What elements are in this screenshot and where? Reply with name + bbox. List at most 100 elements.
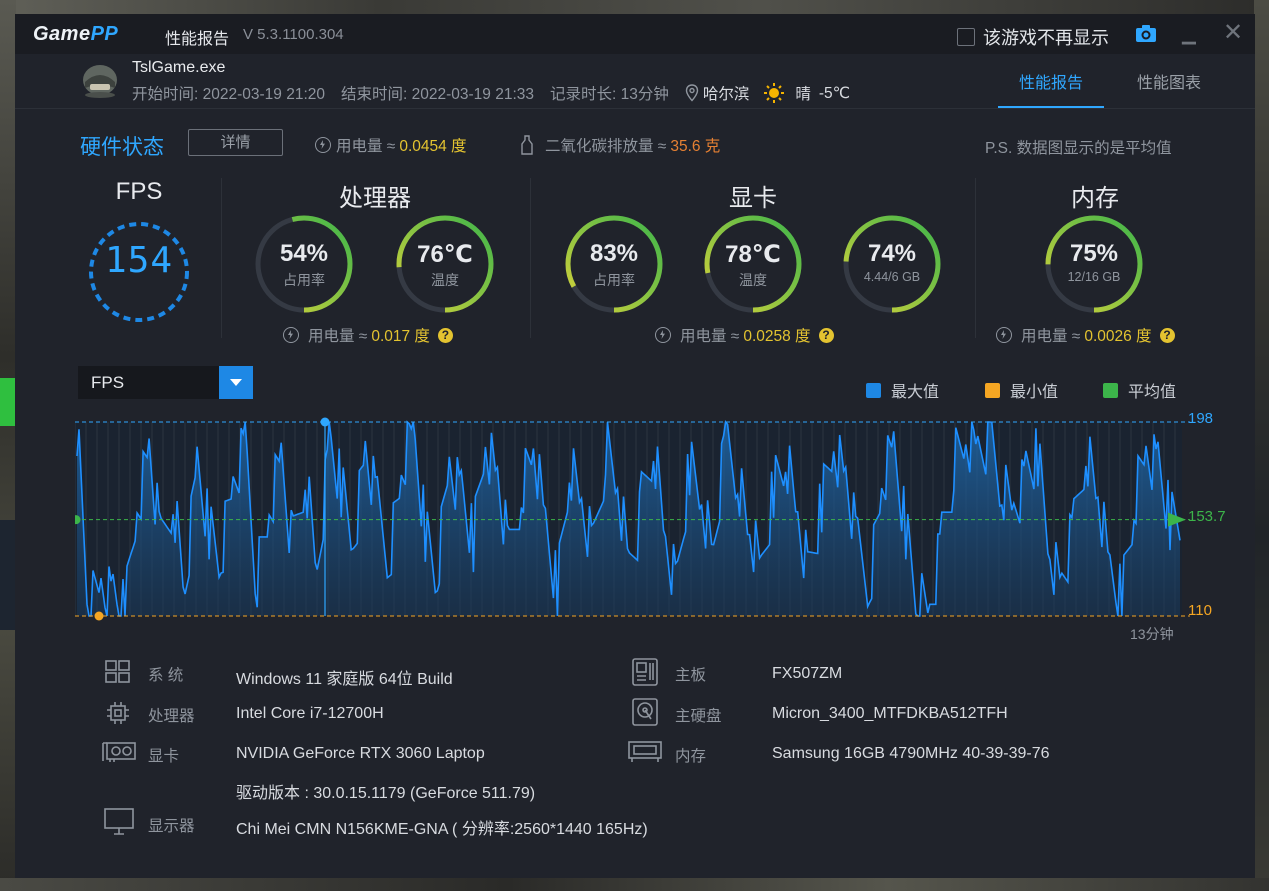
game-helmet-icon (80, 62, 120, 105)
board-label: 主板 (675, 667, 707, 684)
memory-usage-value: 75% (1069, 240, 1119, 267)
chevron-down-icon[interactable] (219, 366, 253, 399)
gpu-power-value: 0.0258 度 (743, 328, 811, 345)
dont-show-again-option[interactable]: 该游戏不再显示 (957, 24, 1109, 50)
cpu-usage-value: 54% (279, 240, 329, 267)
cpu-label: 处理器 (148, 708, 195, 725)
monitor-value: Chi Mei CMN N156KME-GNA ( 分辨率:2560*1440 … (236, 821, 648, 838)
memory-title: 内存 (1071, 185, 1119, 212)
memory-usage-label: 12/16 GB (1067, 270, 1121, 284)
power-bolt-icon (655, 327, 671, 343)
legend-max-swatch (866, 382, 881, 398)
ram-label: 内存 (675, 748, 707, 765)
record-duration: 记录时长: 13分钟 (550, 86, 669, 103)
session-meta: 开始时间: 2022-03-19 21:20 结束时间: 2022-03-19 … (132, 82, 866, 104)
cpu-power-value: 0.017 度 (371, 328, 430, 345)
gpu-usage-label: 占用率 (593, 272, 635, 288)
gamepp-logo: GamePP (33, 23, 119, 45)
divider (530, 178, 531, 338)
help-icon[interactable]: ? (818, 327, 834, 343)
cpu-power-usage: 用电量 ≈0.017 度 ? (283, 324, 453, 346)
cpu-temp-gauge: 76℃ 温度 (393, 212, 497, 316)
power-bolt-icon (315, 137, 331, 153)
motherboard-icon (632, 658, 658, 686)
board-value: FX507ZM (772, 665, 843, 682)
help-icon[interactable]: ? (437, 327, 453, 343)
minimize-button[interactable]: ▁ (1182, 24, 1196, 45)
memory-module-icon (628, 741, 662, 762)
gpu-power-usage: 用电量 ≈0.0258 度 ? (655, 324, 834, 346)
monitor-icon (104, 808, 134, 835)
screenshot-camera-icon[interactable] (1135, 24, 1157, 49)
performance-report-window: GamePP 性能报告 V 5.3.1100.304 该游戏不再显示 ▁ ✕ T… (15, 14, 1255, 878)
gpu-usage-value: 83% (589, 240, 639, 267)
help-icon[interactable]: ? (1159, 327, 1175, 343)
fps-title: FPS (115, 178, 163, 205)
dont-show-again-checkbox[interactable] (957, 28, 975, 46)
cpu-temp-value: 76℃ (417, 241, 473, 268)
co2-emission: 二氧化碳排放量 ≈35.6 克 (521, 134, 720, 156)
os-label: 系 统 (148, 667, 184, 684)
os-value: Windows 11 家庭版 64位 Build (236, 671, 453, 688)
weather-text: 晴 (795, 86, 811, 103)
legend-avg-swatch (1103, 382, 1118, 398)
cpu-title: 处理器 (339, 185, 411, 212)
legend-min-swatch (985, 382, 1000, 398)
gpu-label: 显卡 (148, 748, 180, 765)
cpu-temp-label: 温度 (431, 272, 459, 288)
chart-max-label: 198 (1188, 410, 1214, 427)
gpu-temp-value: 78℃ (725, 241, 781, 268)
ram-value: Samsung 16GB 4790MHz 40-39-39-76 (772, 745, 1050, 762)
power-bolt-icon (996, 327, 1012, 343)
legend-min: 最小值 (985, 378, 1058, 402)
gpu-value: NVIDIA GeForce RTX 3060 Laptop (236, 745, 485, 762)
session-header: TslGame.exe 开始时间: 2022-03-19 21:20 结束时间:… (15, 54, 1255, 109)
co2-bottle-icon (521, 135, 533, 155)
chart-min-label: 110 (1188, 602, 1212, 619)
divider (975, 178, 976, 338)
gpu-temp-gauge: 78℃ 温度 (701, 212, 805, 316)
close-button[interactable]: ✕ (1223, 18, 1243, 47)
cpu-value: Intel Core i7-12700H (236, 705, 384, 722)
desktop-background-top (0, 0, 1269, 14)
monitor-label: 显示器 (148, 818, 195, 835)
cpu-usage-gauge: 54% 占用率 (252, 212, 356, 316)
detail-button[interactable]: 详情 (188, 129, 283, 156)
start-time: 开始时间: 2022-03-19 21:20 (132, 86, 325, 103)
city-name: 哈尔滨 (702, 86, 750, 103)
gpu-driver-value: 驱动版本 : 30.0.15.1179 (GeForce 511.79) (236, 785, 536, 802)
metric-dropdown-value: FPS (91, 373, 125, 392)
memory-power-usage: 用电量 ≈0.0026 度 ? (996, 324, 1175, 346)
gpu-vram-gauge: 74% 4.44/6 GB (840, 212, 944, 316)
game-exe-name: TslGame.exe (132, 59, 226, 76)
gpu-usage-gauge: 83% 占用率 (562, 212, 666, 316)
cpu-usage-label: 占用率 (283, 272, 325, 288)
metric-dropdown[interactable]: FPS (78, 366, 253, 399)
disk-label: 主硬盘 (675, 708, 722, 725)
tab-performance-report[interactable]: 性能报告 (1019, 69, 1083, 93)
dont-show-again-label: 该游戏不再显示 (983, 28, 1109, 48)
gpu-vram-label: 4.44/6 GB (863, 270, 921, 284)
tab-performance-chart[interactable]: 性能图表 (1137, 69, 1201, 93)
min-point-marker (94, 611, 104, 621)
location-pin-icon (685, 84, 699, 102)
total-power-value: 0.0454 度 (399, 138, 467, 155)
hardware-status-title: 硬件状态 (80, 136, 164, 159)
disk-value: Micron_3400_MTFDKBA512TFH (772, 705, 1008, 722)
memory-power-value: 0.0026 度 (1084, 328, 1152, 345)
window-title: 性能报告 (165, 31, 230, 48)
divider (221, 178, 222, 338)
gpu-title: 显卡 (729, 185, 777, 212)
power-bolt-icon (283, 327, 299, 343)
active-tab-indicator (998, 106, 1104, 108)
chart-avg-label: 153.7 (1188, 508, 1226, 525)
gpu-vram-value: 74% (867, 240, 917, 267)
chart-x-end-label: 13分钟 (1130, 626, 1174, 642)
hard-disk-icon (632, 698, 658, 726)
legend-max: 最大值 (866, 378, 939, 402)
title-bar: GamePP 性能报告 V 5.3.1100.304 该游戏不再显示 ▁ ✕ (15, 14, 1255, 54)
gpu-temp-label: 温度 (739, 272, 767, 288)
cpu-chip-icon (107, 702, 129, 724)
memory-usage-gauge: 75% 12/16 GB (1042, 212, 1146, 316)
co2-value: 35.6 克 (670, 138, 721, 155)
